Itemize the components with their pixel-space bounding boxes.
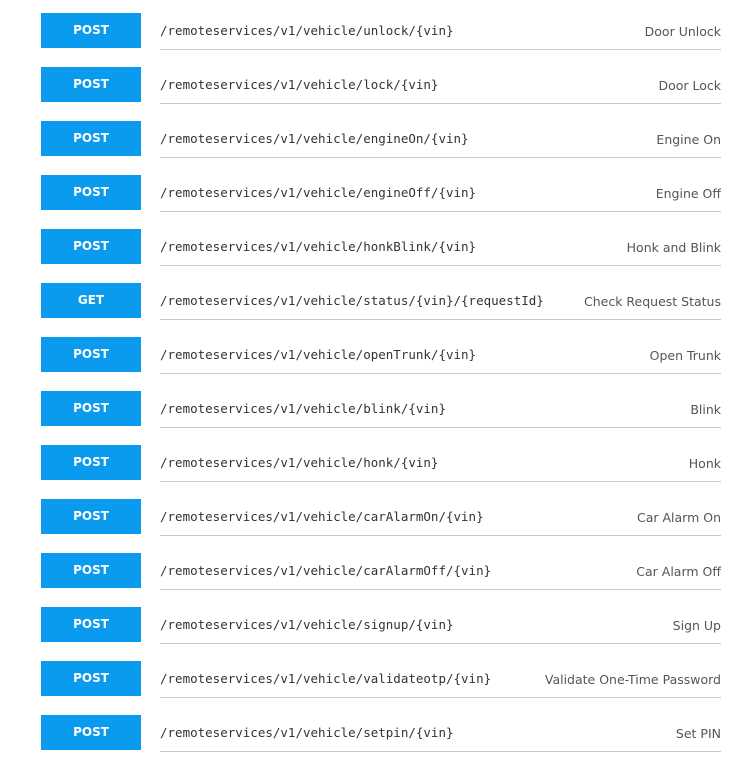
endpoint-link[interactable]: /remoteservices/v1/vehicle/carAlarmOff/{… xyxy=(160,553,721,590)
endpoint-link[interactable]: /remoteservices/v1/vehicle/blink/{vin} B… xyxy=(160,391,721,428)
endpoint-link[interactable]: /remoteservices/v1/vehicle/engineOff/{vi… xyxy=(160,175,721,212)
endpoint-description: Honk xyxy=(688,456,721,471)
endpoint-link[interactable]: /remoteservices/v1/vehicle/lock/{vin} Do… xyxy=(160,67,721,104)
endpoint-path: /remoteservices/v1/vehicle/blink/{vin} xyxy=(160,401,446,416)
endpoint-description: Door Lock xyxy=(658,78,721,93)
endpoint-row-honk: POST /remoteservices/v1/vehicle/honk/{vi… xyxy=(0,445,750,499)
endpoint-row-signup: POST /remoteservices/v1/vehicle/signup/{… xyxy=(0,607,750,661)
endpoint-row-set-pin: POST /remoteservices/v1/vehicle/setpin/{… xyxy=(0,715,750,769)
endpoint-link[interactable]: /remoteservices/v1/vehicle/engineOn/{vin… xyxy=(160,121,721,158)
endpoint-row-engine-on: POST /remoteservices/v1/vehicle/engineOn… xyxy=(0,121,750,175)
endpoint-description: Validate One-Time Password xyxy=(544,672,721,687)
endpoint-path: /remoteservices/v1/vehicle/status/{vin}/… xyxy=(160,293,544,308)
method-badge[interactable]: POST xyxy=(41,229,141,264)
method-badge[interactable]: POST xyxy=(41,13,141,48)
endpoint-link[interactable]: /remoteservices/v1/vehicle/status/{vin}/… xyxy=(160,283,721,320)
endpoint-row-car-alarm-off: POST /remoteservices/v1/vehicle/carAlarm… xyxy=(0,553,750,607)
method-badge[interactable]: POST xyxy=(41,661,141,696)
endpoint-description: Sign Up xyxy=(672,618,721,633)
method-badge[interactable]: POST xyxy=(41,607,141,642)
endpoint-row-validate-otp: POST /remoteservices/v1/vehicle/validate… xyxy=(0,661,750,715)
endpoint-link[interactable]: /remoteservices/v1/vehicle/honkBlink/{vi… xyxy=(160,229,721,266)
endpoint-description: Blink xyxy=(690,402,721,417)
endpoint-description: Car Alarm Off xyxy=(636,564,721,579)
endpoint-row-lock: POST /remoteservices/v1/vehicle/lock/{vi… xyxy=(0,67,750,121)
endpoint-description: Car Alarm On xyxy=(636,510,721,525)
endpoint-row-car-alarm-on: POST /remoteservices/v1/vehicle/carAlarm… xyxy=(0,499,750,553)
method-badge[interactable]: POST xyxy=(41,175,141,210)
endpoint-path: /remoteservices/v1/vehicle/carAlarmOff/{… xyxy=(160,563,492,578)
method-badge[interactable]: POST xyxy=(41,67,141,102)
endpoint-description: Honk and Blink xyxy=(626,240,721,255)
endpoint-description: Open Trunk xyxy=(649,348,721,363)
endpoint-description: Door Unlock xyxy=(644,24,721,39)
endpoint-path: /remoteservices/v1/vehicle/signup/{vin} xyxy=(160,617,454,632)
endpoint-path: /remoteservices/v1/vehicle/setpin/{vin} xyxy=(160,725,454,740)
endpoint-row-open-trunk: POST /remoteservices/v1/vehicle/openTrun… xyxy=(0,337,750,391)
endpoint-path: /remoteservices/v1/vehicle/engineOn/{vin… xyxy=(160,131,469,146)
endpoint-path: /remoteservices/v1/vehicle/engineOff/{vi… xyxy=(160,185,477,200)
endpoint-row-status: GET /remoteservices/v1/vehicle/status/{v… xyxy=(0,283,750,337)
endpoint-link[interactable]: /remoteservices/v1/vehicle/validateotp/{… xyxy=(160,661,721,698)
method-badge[interactable]: POST xyxy=(41,553,141,588)
endpoint-row-engine-off: POST /remoteservices/v1/vehicle/engineOf… xyxy=(0,175,750,229)
endpoint-link[interactable]: /remoteservices/v1/vehicle/honk/{vin} Ho… xyxy=(160,445,721,482)
endpoint-link[interactable]: /remoteservices/v1/vehicle/openTrunk/{vi… xyxy=(160,337,721,374)
endpoint-row-honk-blink: POST /remoteservices/v1/vehicle/honkBlin… xyxy=(0,229,750,283)
endpoint-path: /remoteservices/v1/vehicle/unlock/{vin} xyxy=(160,23,454,38)
endpoint-path: /remoteservices/v1/vehicle/carAlarmOn/{v… xyxy=(160,509,484,524)
method-badge[interactable]: POST xyxy=(41,445,141,480)
method-badge[interactable]: POST xyxy=(41,499,141,534)
endpoint-row-blink: POST /remoteservices/v1/vehicle/blink/{v… xyxy=(0,391,750,445)
method-badge[interactable]: POST xyxy=(41,121,141,156)
endpoint-row-unlock: POST /remoteservices/v1/vehicle/unlock/{… xyxy=(0,13,750,67)
endpoint-list: POST /remoteservices/v1/vehicle/unlock/{… xyxy=(0,13,750,769)
endpoint-path: /remoteservices/v1/vehicle/honkBlink/{vi… xyxy=(160,239,477,254)
endpoint-link[interactable]: /remoteservices/v1/vehicle/unlock/{vin} … xyxy=(160,13,721,50)
endpoint-description: Set PIN xyxy=(675,726,721,741)
endpoint-path: /remoteservices/v1/vehicle/validateotp/{… xyxy=(160,671,492,686)
endpoint-path: /remoteservices/v1/vehicle/openTrunk/{vi… xyxy=(160,347,477,362)
method-badge[interactable]: GET xyxy=(41,283,141,318)
endpoint-description: Engine On xyxy=(656,132,721,147)
method-badge[interactable]: POST xyxy=(41,715,141,750)
method-badge[interactable]: POST xyxy=(41,391,141,426)
endpoint-path: /remoteservices/v1/vehicle/lock/{vin} xyxy=(160,77,439,92)
endpoint-link[interactable]: /remoteservices/v1/vehicle/setpin/{vin} … xyxy=(160,715,721,752)
endpoint-path: /remoteservices/v1/vehicle/honk/{vin} xyxy=(160,455,439,470)
endpoint-description: Engine Off xyxy=(655,186,721,201)
endpoint-link[interactable]: /remoteservices/v1/vehicle/carAlarmOn/{v… xyxy=(160,499,721,536)
endpoint-link[interactable]: /remoteservices/v1/vehicle/signup/{vin} … xyxy=(160,607,721,644)
method-badge[interactable]: POST xyxy=(41,337,141,372)
endpoint-description: Check Request Status xyxy=(583,294,721,309)
